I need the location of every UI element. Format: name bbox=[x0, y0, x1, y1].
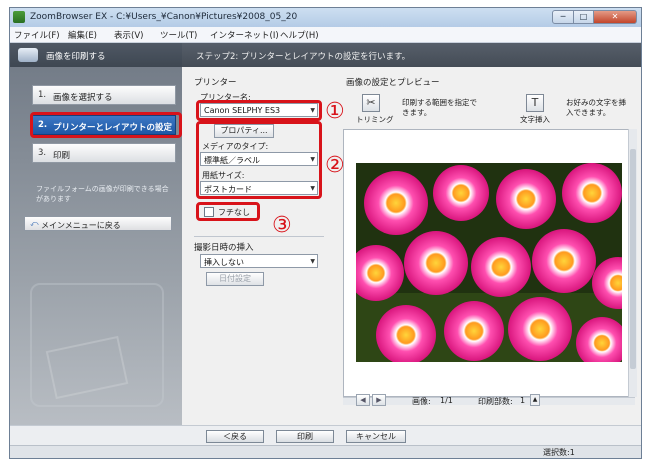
status-bar: 選択数:1 bbox=[10, 445, 641, 458]
flower-photo bbox=[356, 163, 622, 362]
trim-description: 印刷する範囲を指定できます。 bbox=[402, 98, 477, 117]
image-count-label: 画像: bbox=[412, 397, 431, 406]
text-insert-icon[interactable]: T bbox=[526, 94, 544, 112]
back-button[interactable]: ＜戻る bbox=[206, 430, 264, 443]
step-header: ステップ2: プリンターとレイアウトの設定を行います。 bbox=[182, 43, 641, 67]
step-number: 1. bbox=[38, 90, 47, 100]
cancel-button[interactable]: キャンセル bbox=[346, 430, 406, 443]
printer-section-label: プリンター bbox=[194, 78, 237, 88]
task-panel: 画像を印刷する 1. 画像を選択する 2. プリンターとレイアウトの設定 3. … bbox=[10, 43, 182, 428]
step-label: 印刷 bbox=[53, 151, 71, 161]
main-menu-button[interactable]: ⤺ メインメニューに戻る bbox=[24, 216, 172, 231]
annotation-marker-2: ② bbox=[325, 153, 345, 178]
minimize-button[interactable]: ─ bbox=[552, 10, 574, 24]
annotation-highlight-step bbox=[30, 112, 182, 138]
print-button[interactable]: 印刷 bbox=[276, 430, 334, 443]
task-panel-title: 画像を印刷する bbox=[46, 52, 106, 62]
selection-count-label: 選択数: bbox=[543, 448, 570, 457]
menu-tools[interactable]: ツール(T) bbox=[160, 29, 197, 41]
step-label: 画像を選択する bbox=[53, 93, 113, 103]
printer-icon bbox=[18, 48, 38, 62]
chevron-down-icon: ▼ bbox=[310, 258, 315, 265]
menu-internet[interactable]: インターネット(I) bbox=[210, 29, 279, 41]
app-window: ZoomBrowser EX - C:¥Users_¥Canon¥Picture… bbox=[9, 7, 642, 459]
trim-label: トリミング bbox=[356, 115, 394, 124]
trim-icon[interactable]: ✂ bbox=[362, 94, 380, 112]
preview-vertical-scrollbar[interactable] bbox=[628, 129, 637, 397]
annotation-highlight-media bbox=[196, 121, 322, 199]
preview-image bbox=[356, 163, 622, 362]
menu-edit[interactable]: 編集(E) bbox=[68, 29, 97, 41]
menu-help[interactable]: ヘルプ(H) bbox=[280, 29, 319, 41]
app-icon bbox=[13, 11, 25, 23]
preview-section-label: 画像の設定とプレビュー bbox=[346, 78, 440, 88]
scroll-thumb[interactable] bbox=[630, 149, 636, 369]
annotation-highlight-borderless bbox=[196, 202, 260, 221]
date-insert-select[interactable]: 挿入しない ▼ bbox=[200, 254, 318, 268]
image-count-value: 1/1 bbox=[440, 396, 453, 405]
prev-image-button[interactable]: ◀ bbox=[356, 394, 370, 406]
step-print[interactable]: 3. 印刷 bbox=[32, 143, 176, 163]
step-header-text: ステップ2: プリンターとレイアウトの設定を行います。 bbox=[196, 52, 411, 62]
divider bbox=[194, 236, 324, 237]
menu-bar: ファイル(F) 編集(E) 表示(V) ツール(T) インターネット(I) ヘル… bbox=[10, 27, 641, 43]
wizard-button-bar: ＜戻る 印刷 キャンセル bbox=[10, 425, 641, 446]
next-image-button[interactable]: ▶ bbox=[372, 394, 386, 406]
copies-value[interactable]: 1 bbox=[520, 396, 525, 405]
selection-count-value: 1 bbox=[569, 448, 575, 457]
close-button[interactable]: ✕ bbox=[593, 10, 637, 24]
step-select-image[interactable]: 1. 画像を選択する bbox=[32, 85, 176, 105]
maximize-button[interactable]: □ bbox=[573, 10, 594, 24]
annotation-marker-1: ① bbox=[325, 99, 345, 124]
step-number: 3. bbox=[38, 148, 47, 158]
title-bar: ZoomBrowser EX - C:¥Users_¥Canon¥Picture… bbox=[10, 8, 641, 28]
task-panel-note: ファイルフォームの画像が印刷できる場合があります bbox=[36, 185, 169, 203]
annotation-marker-3: ③ bbox=[272, 213, 292, 238]
copies-label: 印刷部数: bbox=[478, 397, 513, 406]
text-insert-label: 文字挿入 bbox=[520, 115, 550, 124]
back-arrow-icon: ⤺ bbox=[30, 219, 39, 228]
copies-stepper[interactable]: ▲ bbox=[530, 394, 540, 406]
text-insert-description: お好みの文字を挿入できます。 bbox=[566, 98, 626, 117]
date-settings-button[interactable]: 日付設定 bbox=[206, 272, 264, 286]
menu-file[interactable]: ファイル(F) bbox=[14, 29, 60, 41]
window-title: ZoomBrowser EX - C:¥Users_¥Canon¥Picture… bbox=[30, 12, 298, 22]
selection-count: 選択数:1 bbox=[543, 447, 575, 458]
date-section-label: 撮影日時の挿入 bbox=[194, 243, 254, 253]
date-insert-value: 挿入しない bbox=[204, 258, 244, 267]
main-menu-label: メインメニューに戻る bbox=[41, 221, 121, 230]
annotation-highlight-printer bbox=[196, 100, 322, 121]
menu-view[interactable]: 表示(V) bbox=[114, 29, 143, 41]
task-panel-header: 画像を印刷する bbox=[10, 43, 182, 67]
